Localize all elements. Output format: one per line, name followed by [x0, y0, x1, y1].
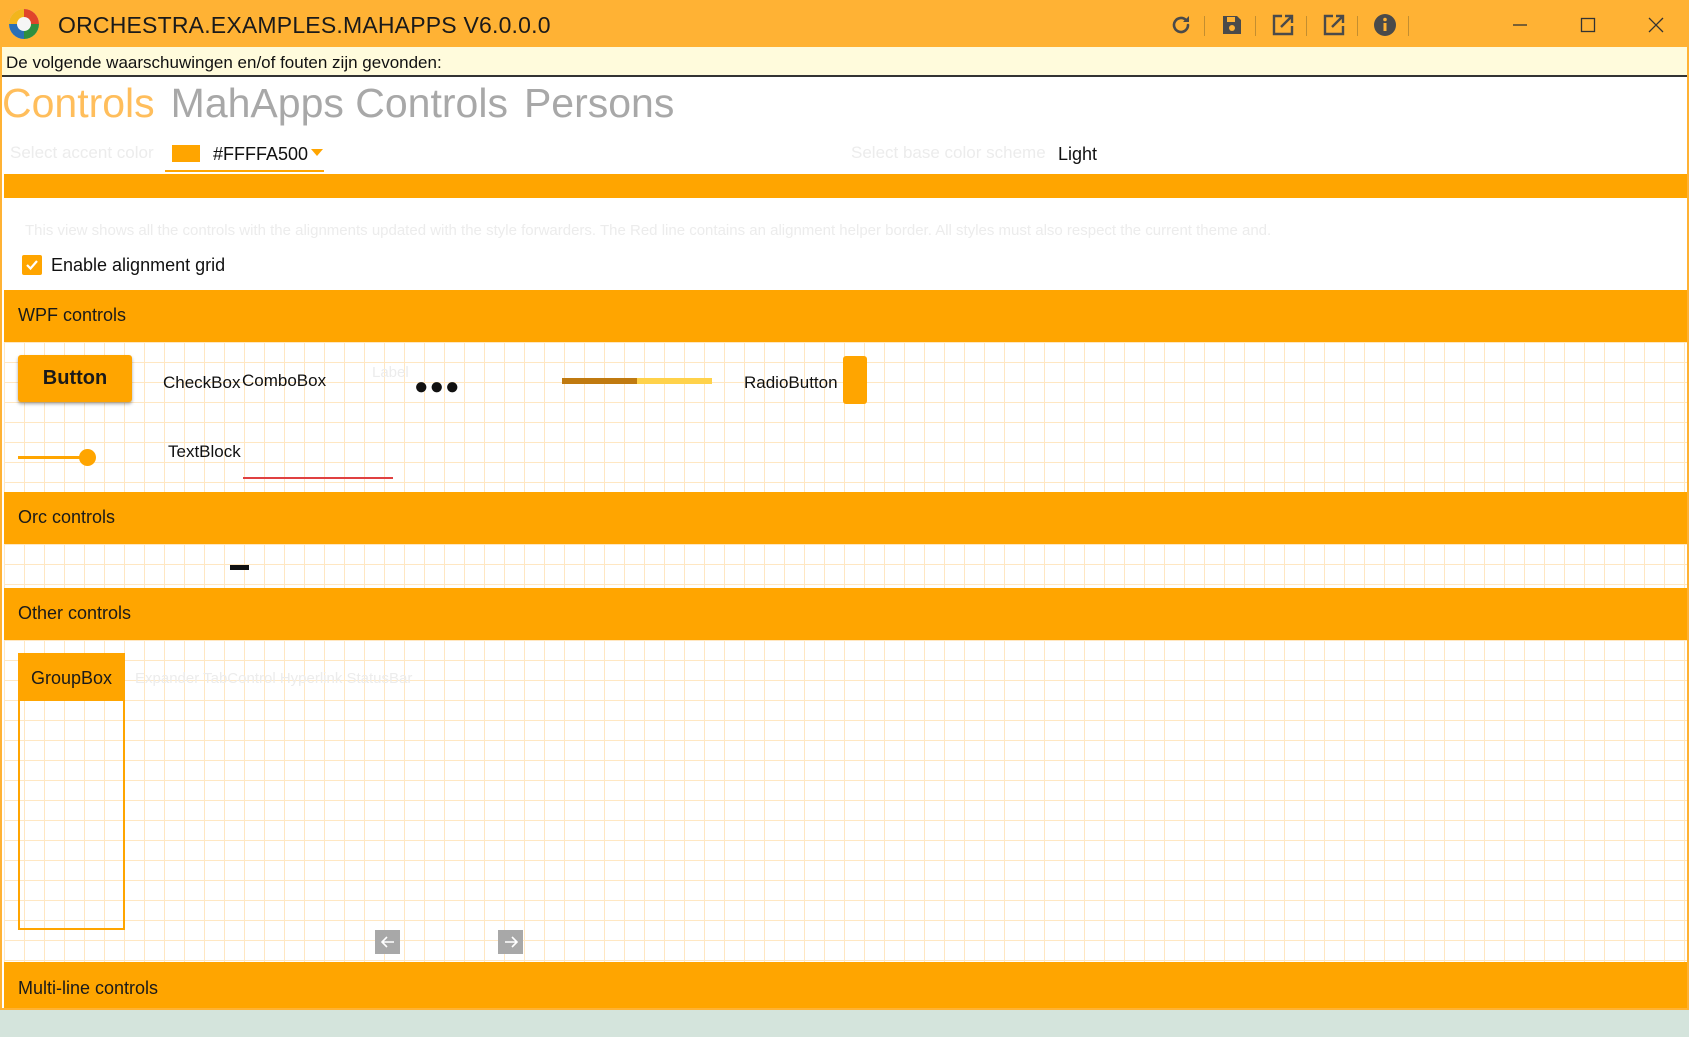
other-controls-grid: [4, 640, 1687, 962]
accent-color-label: Select accent color: [10, 143, 154, 162]
demo-progressbar: [562, 378, 712, 384]
alignment-grid-label: Enable alignment grid: [51, 255, 226, 275]
main-window: ORCHESTRA.EXAMPLES.MAHAPPS V6.0.0.0 De v…: [0, 0, 1689, 1010]
theme-combobox[interactable]: Light: [1058, 144, 1097, 165]
groupbox-header: GroupBox: [20, 655, 123, 701]
app-logo-icon: [9, 9, 39, 39]
demo-combobox[interactable]: ComboBox: [242, 371, 326, 391]
tab-mahapps-controls[interactable]: MahApps Controls: [171, 80, 508, 127]
accent-combobox-underline: [165, 170, 324, 172]
tab-persons[interactable]: Persons: [524, 80, 674, 127]
info-icon[interactable]: [1370, 10, 1400, 40]
arrow-left-icon[interactable]: [375, 930, 400, 954]
orc-control-marker[interactable]: [230, 565, 249, 570]
toolbar-separator: [1357, 16, 1358, 36]
tab-strip: Controls MahApps Controls Persons: [2, 80, 690, 130]
other-controls-faint-text: Expander TabControl Hyperlink StatusBar: [135, 670, 413, 687]
demo-button[interactable]: Button: [18, 355, 132, 402]
close-icon[interactable]: [1631, 8, 1681, 42]
demo-radiobutton[interactable]: RadioButton: [744, 373, 838, 393]
warning-text: De volgende waarschuwingen en/of fouten …: [6, 53, 442, 72]
orc-controls-title: Orc controls: [18, 507, 116, 527]
window-title: ORCHESTRA.EXAMPLES.MAHAPPS V6.0.0.0: [58, 12, 551, 38]
save-icon[interactable]: [1217, 10, 1247, 40]
maximize-icon[interactable]: [1563, 8, 1613, 42]
alignment-grid-checkbox[interactable]: [22, 255, 42, 275]
demo-repeat-button[interactable]: [843, 356, 867, 404]
demo-checkbox[interactable]: CheckBox: [163, 373, 240, 393]
open-external-icon[interactable]: [1268, 10, 1298, 40]
arrow-right-icon[interactable]: [498, 930, 523, 954]
theme-label: Select base color scheme: [851, 143, 1046, 162]
chevron-down-icon[interactable]: [311, 149, 323, 156]
controls-content: This view shows all the controls with th…: [4, 174, 1687, 1008]
demo-groupbox: GroupBox: [18, 653, 125, 930]
accent-color-value[interactable]: #FFFFA500: [213, 144, 308, 165]
header-accent-bar: [4, 174, 1687, 198]
tab-controls[interactable]: Controls: [2, 80, 155, 127]
toolbar-separator: [1306, 16, 1307, 36]
other-controls-title: Other controls: [18, 603, 132, 623]
toolbar-separator: [1255, 16, 1256, 36]
minimize-icon[interactable]: [1495, 8, 1545, 42]
wpf-controls-title: WPF controls: [18, 305, 127, 325]
open-external-icon[interactable]: [1319, 10, 1349, 40]
toolbar-separator: [1408, 16, 1409, 36]
multiline-controls-header: Multi-line controls: [4, 962, 1687, 1008]
orc-controls-grid: [4, 544, 1687, 588]
refresh-icon[interactable]: [1166, 10, 1196, 40]
title-bar[interactable]: ORCHESTRA.EXAMPLES.MAHAPPS V6.0.0.0: [2, 2, 1687, 47]
multiline-controls-title: Multi-line controls: [18, 978, 159, 998]
toolbar-separator: [1204, 16, 1205, 36]
orc-controls-header: Orc controls: [4, 492, 1687, 544]
demo-label: Label: [372, 364, 409, 381]
description-text: This view shows all the controls with th…: [25, 222, 1272, 239]
demo-textbox-underline[interactable]: [243, 477, 393, 479]
progressbar-fill: [562, 378, 637, 384]
wpf-controls-header: WPF controls: [4, 290, 1687, 342]
accent-color-swatch: [172, 145, 200, 162]
demo-passwordbox[interactable]: ●●●: [414, 373, 461, 401]
demo-textblock: TextBlock: [168, 442, 241, 461]
checkmark-icon: [26, 260, 38, 271]
other-controls-header: Other controls: [4, 588, 1687, 640]
warning-bar: De volgende waarschuwingen en/of fouten …: [2, 47, 1687, 77]
